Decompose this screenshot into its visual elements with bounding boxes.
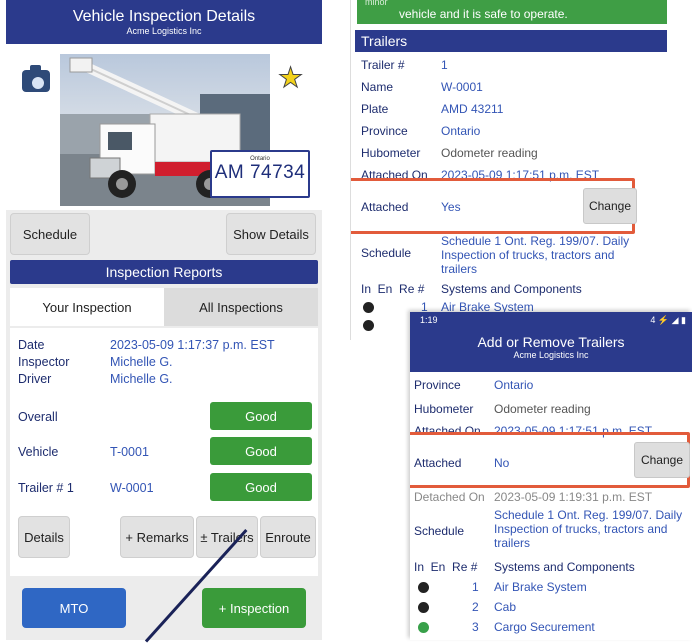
name-label: Name (361, 80, 394, 94)
province-value: Ontario (494, 378, 534, 392)
app-header: Add or Remove Trailers Acme Logistics In… (410, 328, 692, 372)
plate-province: Ontario (250, 156, 270, 162)
province-label: Province (414, 378, 461, 392)
trailer-num-value: 1 (441, 58, 448, 72)
item-label[interactable]: Air Brake System (494, 580, 587, 594)
hubometer-value: Odometer reading (441, 146, 538, 160)
company-name: Acme Logistics Inc (513, 350, 589, 360)
vehicle-inspection-screen: Vehicle Inspection Details Acme Logistic… (6, 0, 322, 640)
remarks-button[interactable]: + Remarks (120, 516, 194, 558)
hubometer-label: Hubometer (361, 146, 421, 160)
app-header: Vehicle Inspection Details Acme Logistic… (6, 0, 322, 44)
tab-your-inspection[interactable]: Your Inspection (10, 288, 164, 326)
attached-value: No (494, 456, 510, 470)
systems-header: Systems and Components (494, 560, 635, 574)
systems-header: Systems and Components (441, 282, 582, 296)
enroute-button[interactable]: Enroute (260, 516, 316, 558)
province-label: Province (361, 124, 408, 138)
detached-on-value: 2023-05-09 1:19:31 p.m. EST (494, 490, 653, 504)
overall-status-button[interactable]: Good (210, 402, 312, 430)
tab-all-inspections[interactable]: All Inspections (164, 288, 318, 326)
item-num: 2 (472, 600, 479, 614)
inspector-value: Michelle G. (110, 355, 173, 369)
driver-value: Michelle G. (110, 372, 173, 386)
trailers-screen: minor vehicle and it is safe to operate.… (350, 0, 672, 340)
columns-header: In En Re # (361, 282, 425, 296)
attached-value: Yes (441, 200, 461, 214)
hubometer-value: Odometer reading (494, 402, 591, 416)
show-details-button[interactable]: Show Details (226, 213, 316, 255)
vehicle-label: Vehicle (18, 445, 59, 459)
inspector-label: Inspector (18, 355, 70, 369)
banner-text: vehicle and it is safe to operate. (399, 7, 568, 21)
status-time: 1:19 (420, 315, 438, 325)
details-button[interactable]: Details (18, 516, 70, 558)
attached-label: Attached (361, 200, 409, 214)
province-value: Ontario (441, 124, 481, 138)
not-applicable-icon[interactable] (418, 602, 429, 613)
page-title: Add or Remove Trailers (477, 334, 625, 350)
banner-text-top: minor (365, 0, 388, 7)
inspection-reports-title: Inspection Reports (10, 260, 318, 284)
driver-label: Driver (18, 372, 52, 386)
status-bar: 1:19 4 ⚡ ◢ ▮ (410, 312, 692, 328)
change-attached-button[interactable]: Change (583, 188, 637, 224)
name-value: W-0001 (441, 80, 483, 94)
company-name: Acme Logistics Inc (126, 26, 202, 36)
date-value: 2023-05-09 1:17:37 p.m. EST (110, 338, 275, 352)
overall-label: Overall (18, 410, 58, 424)
schedule-value: Schedule 1 Ont. Reg. 199/07. Daily Inspe… (494, 508, 683, 550)
trailer-num-label: Trailer # (361, 58, 405, 72)
vehicle-value[interactable]: T-0001 (110, 445, 149, 459)
item-num: 3 (472, 620, 479, 634)
status-banner: minor vehicle and it is safe to operate. (357, 0, 667, 24)
trailers-section-title: Trailers (355, 30, 667, 52)
trailer-status-button[interactable]: Good (210, 473, 312, 501)
plate-label: Plate (361, 102, 389, 116)
camera-icon[interactable] (22, 65, 50, 92)
schedule-label: Schedule (414, 524, 465, 538)
trailer-value[interactable]: W-0001 (110, 481, 154, 495)
mto-button[interactable]: MTO (22, 588, 126, 628)
attached-label: Attached (414, 456, 462, 470)
schedule-button[interactable]: Schedule (10, 213, 90, 255)
schedule-value: Schedule 1 Ont. Reg. 199/07. Daily Inspe… (441, 234, 630, 276)
check-icon[interactable] (418, 622, 429, 633)
item-label[interactable]: Cab (494, 600, 516, 614)
trailer-label: Trailer # 1 (18, 481, 74, 495)
status-icons: 4 ⚡ ◢ ▮ (650, 315, 686, 325)
schedule-label: Schedule (361, 246, 412, 260)
change-attached-button[interactable]: Change (634, 442, 690, 478)
item-label[interactable]: Cargo Securement (494, 620, 595, 634)
columns-header: In En Re # (414, 560, 478, 574)
detached-on-label: Detached On (414, 490, 485, 504)
add-remove-trailers-screen: 1:19 4 ⚡ ◢ ▮ Add or Remove Trailers Acme… (410, 312, 692, 640)
not-applicable-icon[interactable] (363, 302, 374, 313)
not-applicable-icon[interactable] (418, 582, 429, 593)
plate-number: AM 74734 (214, 162, 306, 183)
not-applicable-icon[interactable] (363, 320, 374, 331)
date-label: Date (18, 338, 45, 352)
item-num: 1 (472, 580, 479, 594)
inspection-report-card: Date 2023-05-09 1:17:37 p.m. EST Inspect… (10, 328, 318, 576)
hubometer-label: Hubometer (414, 402, 474, 416)
vehicle-status-button[interactable]: Good (210, 437, 312, 465)
favorite-star-icon[interactable]: ★ (277, 63, 303, 92)
page-title: Vehicle Inspection Details (72, 8, 256, 25)
license-plate: Ontario AM 74734 (210, 150, 310, 198)
add-inspection-button[interactable]: + Inspection (202, 588, 306, 628)
plate-value: AMD 43211 (441, 102, 504, 116)
inspection-tabs: Your Inspection All Inspections (10, 288, 318, 326)
